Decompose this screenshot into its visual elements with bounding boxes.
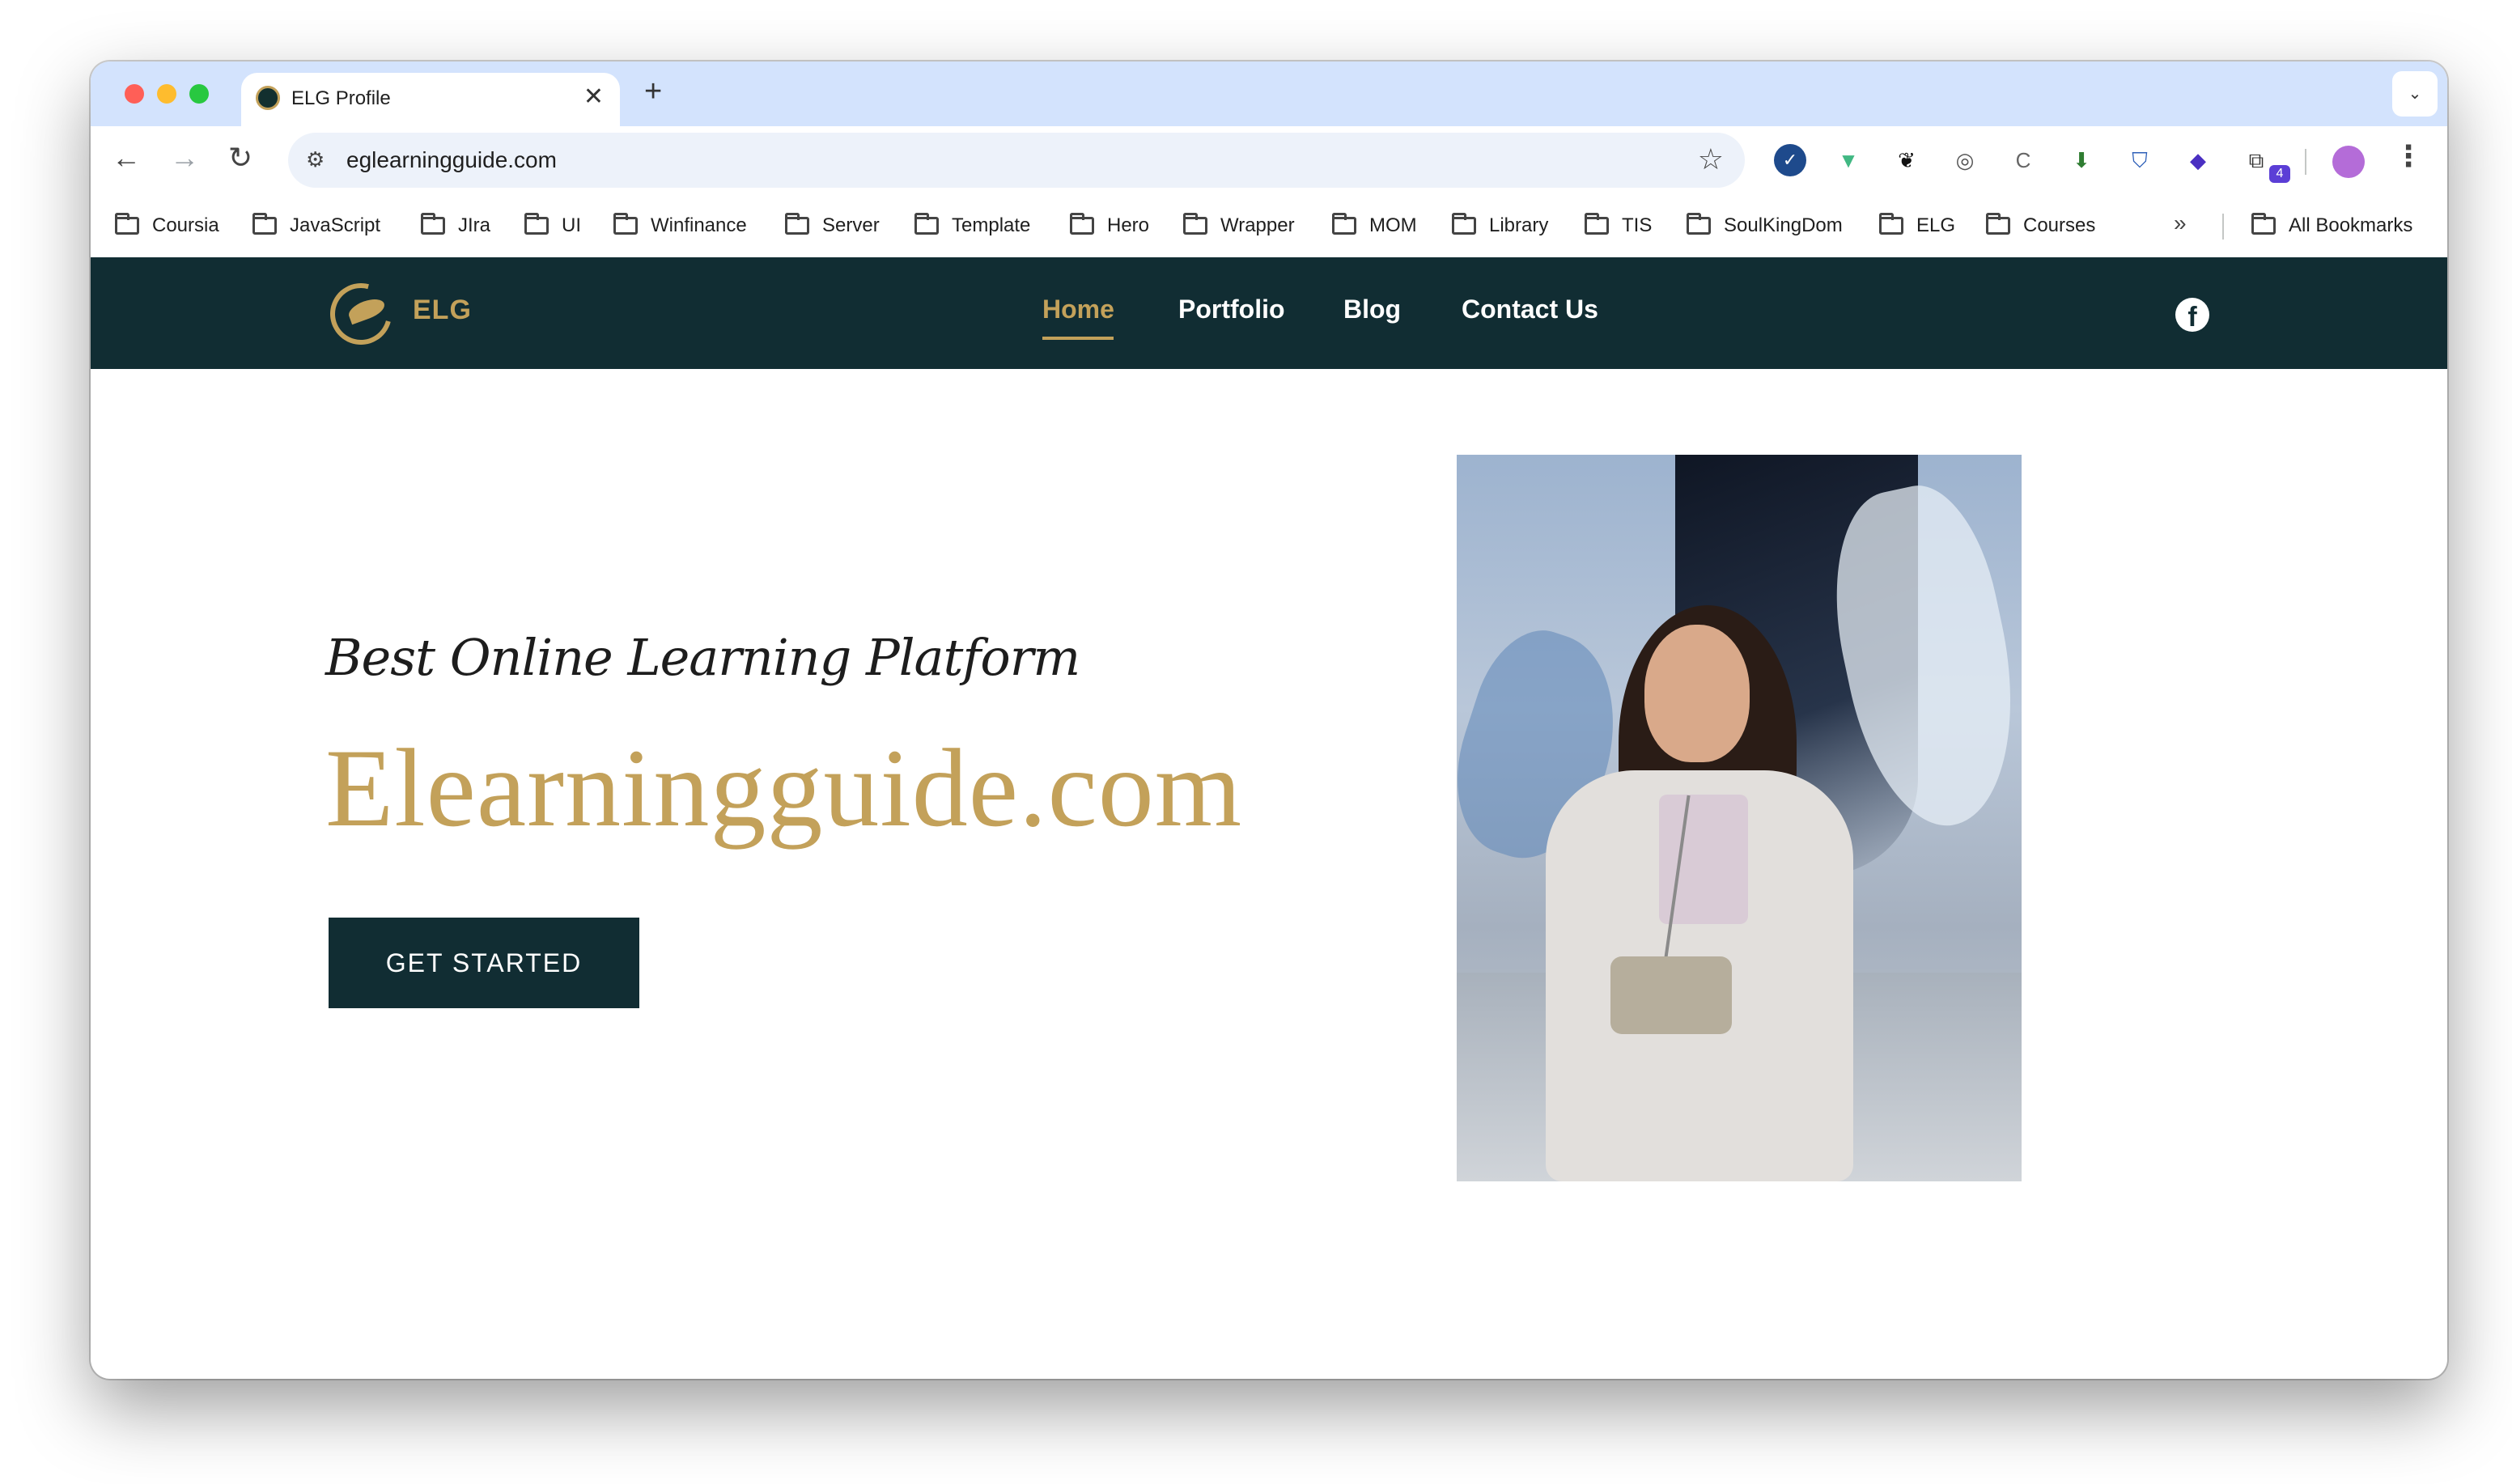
bookmark-label: UI xyxy=(562,214,581,236)
folder-icon xyxy=(1585,213,1609,235)
bookmark-courses[interactable]: Courses xyxy=(1986,212,2095,240)
bookmark-mom[interactable]: MOM xyxy=(1332,212,1417,240)
folder-icon xyxy=(1070,213,1094,235)
address-bar[interactable]: ⚙ eglearningguide.com ☆ xyxy=(288,133,1745,188)
extensions-puzzle-icon[interactable]: ⧉ xyxy=(2240,144,2272,176)
folder-icon xyxy=(524,213,549,235)
folder-icon xyxy=(115,213,139,235)
folder-icon xyxy=(914,213,939,235)
reload-button[interactable]: ↻ xyxy=(228,141,252,175)
folder-icon xyxy=(613,213,638,235)
check-circle-icon[interactable]: ✓ xyxy=(1774,144,1806,176)
close-window-button[interactable] xyxy=(125,84,144,104)
extension-badge: 4 xyxy=(2269,165,2290,183)
all-bookmarks-button[interactable]: All Bookmarks xyxy=(2251,212,2412,240)
facebook-icon[interactable]: f xyxy=(2175,298,2209,333)
tab-elg-profile[interactable]: ELG Profile ✕ xyxy=(241,73,620,126)
bookmarks-divider xyxy=(2222,214,2224,240)
folder-icon xyxy=(1879,213,1903,235)
nav-active-underline xyxy=(1042,337,1114,340)
bookmark-winfinance[interactable]: Winfinance xyxy=(613,212,747,240)
toolbar-divider xyxy=(2305,149,2306,175)
code-circle-icon[interactable]: ◎ xyxy=(1949,144,1981,176)
bookmark-label: Winfinance xyxy=(651,214,747,236)
bookmark-label: Library xyxy=(1489,214,1549,236)
bookmark-label: Template xyxy=(952,214,1031,236)
bookmark-label: TIS xyxy=(1622,214,1653,236)
site-header: ELG Home Portfolio Blog Contact Us f xyxy=(91,257,2447,369)
folder-icon xyxy=(2251,213,2276,235)
get-started-button[interactable]: GET STARTED xyxy=(329,918,639,1008)
download-arrow-icon[interactable]: ⬇ xyxy=(2065,144,2098,176)
nav-portfolio[interactable]: Portfolio xyxy=(1178,295,1285,324)
folder-icon xyxy=(1687,213,1711,235)
bookmark-tis[interactable]: TIS xyxy=(1585,212,1652,240)
bookmark-elg[interactable]: ELG xyxy=(1879,212,1955,240)
c-extension-icon[interactable]: C xyxy=(2007,144,2039,176)
browser-window: ELG Profile ✕ + ⌄ ← → ↻ ⚙ eglearningguid… xyxy=(91,61,2447,1379)
bookmark-label: Hero xyxy=(1107,214,1150,236)
photo-handbag xyxy=(1610,956,1732,1034)
site-info-icon[interactable]: ⚙ xyxy=(306,147,325,172)
photo-face xyxy=(1644,625,1750,762)
profile-avatar[interactable] xyxy=(2332,146,2365,178)
rocket-icon[interactable]: ❦ xyxy=(1890,144,1923,176)
tab-search-button[interactable]: ⌄ xyxy=(2392,71,2438,117)
bookmark-library[interactable]: Library xyxy=(1452,212,1548,240)
vue-icon[interactable]: ▼ xyxy=(1832,144,1865,176)
nav-home[interactable]: Home xyxy=(1042,295,1114,324)
hero-portrait-image xyxy=(1457,455,2022,1181)
bookmark-label: Courses xyxy=(2023,214,2096,236)
bookmark-label: Wrapper xyxy=(1220,214,1295,236)
bookmarks-overflow-icon[interactable]: » xyxy=(2174,210,2187,236)
bookmark-template[interactable]: Template xyxy=(914,212,1030,240)
site-logo-text[interactable]: ELG xyxy=(413,295,472,326)
shield-icon[interactable]: ⛉ xyxy=(2124,144,2156,176)
browser-toolbar: ← → ↻ ⚙ eglearningguide.com ☆ ✓ ▼ ❦ ◎ C ⬇ ⛉ ◆ ⧉ … xyxy=(91,126,2447,194)
bookmark-server[interactable]: Server xyxy=(785,212,880,240)
bookmark-soulkingdom[interactable]: SoulKingDom xyxy=(1687,212,1843,240)
puzzle-badge-icon[interactable]: ◆ xyxy=(2182,144,2214,176)
folder-icon xyxy=(1986,213,2010,235)
back-button[interactable]: ← xyxy=(112,141,141,175)
bookmark-wrapper[interactable]: Wrapper xyxy=(1183,212,1295,240)
bookmark-label: Coursia xyxy=(152,214,219,236)
new-tab-button[interactable]: + xyxy=(644,74,662,109)
bookmark-ui[interactable]: UI xyxy=(524,212,581,240)
bookmark-label: SoulKingDom xyxy=(1724,214,1843,236)
tab-title: ELG Profile xyxy=(291,87,391,109)
bookmark-star-icon[interactable]: ☆ xyxy=(1698,142,1724,176)
bookmark-label: JIra xyxy=(458,214,491,236)
all-bookmarks-label: All Bookmarks xyxy=(2289,214,2413,236)
hero-title: Elearningguide.com xyxy=(325,726,1243,850)
bookmarks-bar: Coursia JavaScript JIra UI Winfinance Server T… xyxy=(91,194,2447,257)
browser-menu-icon[interactable]: ⋮ xyxy=(2394,139,2423,173)
bookmark-coursia[interactable]: Coursia xyxy=(115,212,219,240)
bookmark-jira[interactable]: JIra xyxy=(421,212,490,240)
url-text[interactable]: eglearningguide.com xyxy=(346,147,557,173)
folder-icon xyxy=(1183,213,1207,235)
close-tab-icon[interactable]: ✕ xyxy=(583,83,604,111)
forward-button[interactable]: → xyxy=(170,141,199,175)
folder-icon xyxy=(421,213,445,235)
tab-strip: ELG Profile ✕ + ⌄ xyxy=(91,61,2447,126)
nav-contact-us[interactable]: Contact Us xyxy=(1462,295,1598,324)
maximize-window-button[interactable] xyxy=(189,84,209,104)
nav-blog[interactable]: Blog xyxy=(1343,295,1401,324)
bookmark-label: MOM xyxy=(1369,214,1417,236)
bookmark-label: JavaScript xyxy=(290,214,381,236)
hero-tagline: Best Online Learning Platform xyxy=(325,628,1080,687)
minimize-window-button[interactable] xyxy=(157,84,176,104)
bookmark-label: ELG xyxy=(1916,214,1956,236)
bookmark-hero[interactable]: Hero xyxy=(1070,212,1149,240)
elg-favicon-icon xyxy=(256,86,280,110)
folder-icon xyxy=(1332,213,1356,235)
folder-icon xyxy=(252,213,277,235)
folder-icon xyxy=(1452,213,1476,235)
bookmark-label: Server xyxy=(822,214,880,236)
bookmark-javascript[interactable]: JavaScript xyxy=(252,212,380,240)
folder-icon xyxy=(785,213,809,235)
